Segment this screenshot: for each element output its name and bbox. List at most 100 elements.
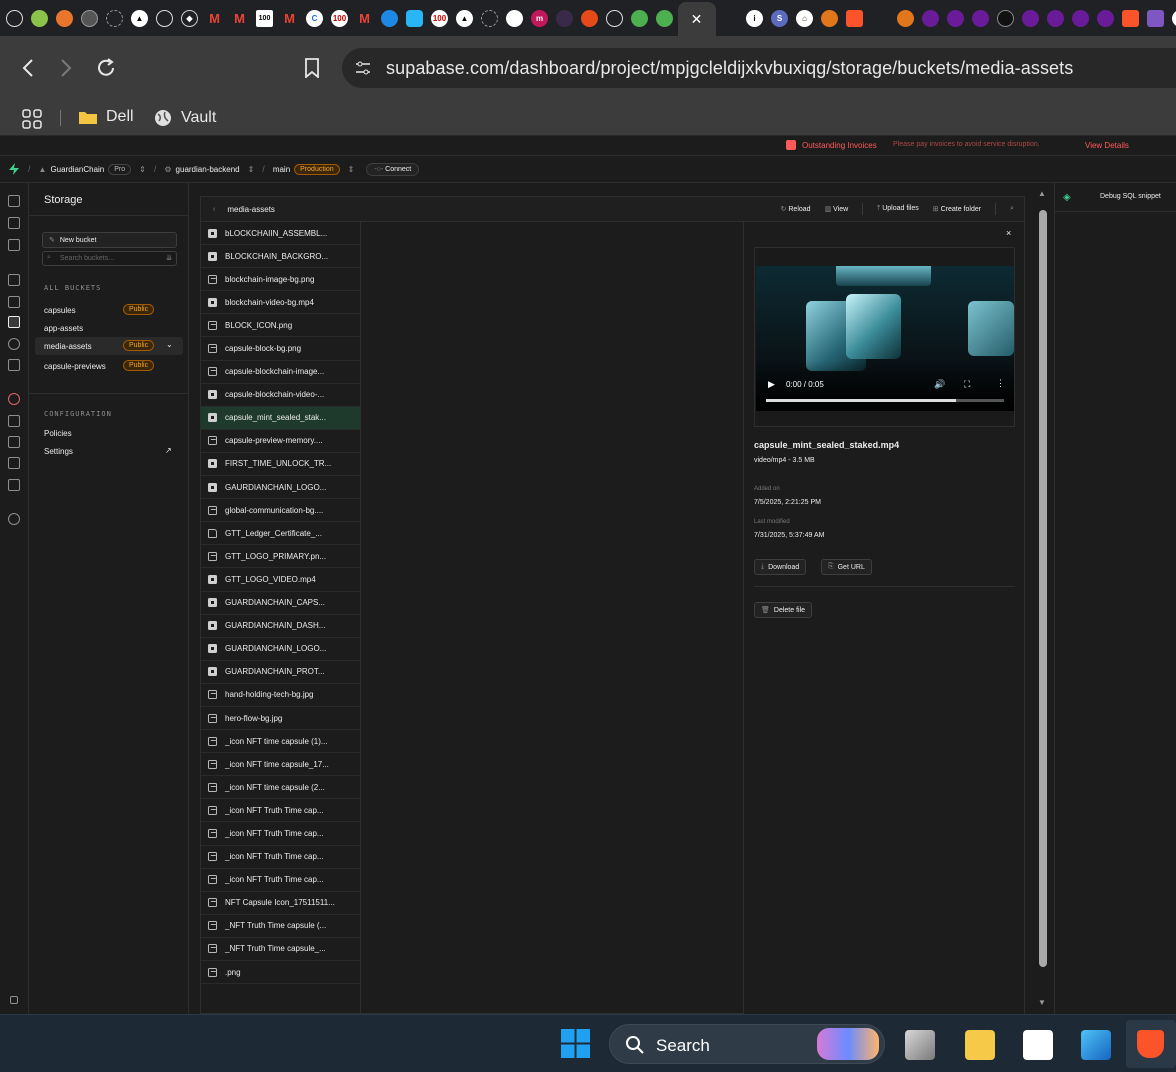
video-progress-track[interactable] bbox=[766, 399, 1004, 402]
scroll-thumb[interactable] bbox=[1039, 210, 1047, 967]
api-docs-icon[interactable] bbox=[8, 457, 20, 469]
file-row[interactable]: BLOCKCHAIN_BACKGRO... bbox=[201, 245, 360, 269]
file-row[interactable]: _NFT Truth Time capsule (... bbox=[201, 915, 360, 938]
chevron-down-icon[interactable]: ⌄ bbox=[166, 340, 173, 349]
view-details-link[interactable]: View Details bbox=[1085, 141, 1129, 150]
branch-name[interactable]: main bbox=[273, 165, 290, 174]
scroll-down-icon[interactable]: ▼ bbox=[1038, 998, 1046, 1007]
bucket-item-capsule-previews[interactable]: capsule-previews Public bbox=[35, 357, 183, 377]
file-row[interactable]: _icon NFT Truth Time cap... bbox=[201, 846, 360, 869]
close-icon[interactable]: × bbox=[1006, 228, 1011, 238]
file-row[interactable]: capsule-preview-memory.... bbox=[201, 430, 360, 453]
tab-2[interactable] bbox=[53, 6, 77, 30]
tab-3[interactable] bbox=[78, 6, 102, 30]
advisors-icon[interactable] bbox=[8, 393, 20, 405]
bookmark-vault[interactable]: Vault bbox=[153, 108, 216, 128]
forward-button[interactable] bbox=[52, 54, 80, 82]
tab-36[interactable] bbox=[1119, 6, 1143, 30]
fullscreen-icon[interactable]: ⛶ bbox=[964, 379, 970, 390]
video-player[interactable]: ▶ 0:00 / 0:05 🔊 ⛶ ⋮ bbox=[756, 266, 1014, 411]
file-row[interactable]: capsule-block-bg.png bbox=[201, 337, 360, 361]
tab-30[interactable] bbox=[969, 6, 993, 30]
file-row[interactable]: _icon NFT Truth Time cap... bbox=[201, 822, 360, 846]
tab-8[interactable]: C bbox=[303, 6, 327, 30]
tab-28[interactable] bbox=[919, 6, 943, 30]
file-row[interactable]: GUARDIANCHAIN_CAPS... bbox=[201, 592, 360, 615]
database-icon[interactable] bbox=[8, 274, 20, 286]
file-row[interactable]: GTT_LOGO_VIDEO.mp4 bbox=[201, 568, 360, 592]
delete-file-button[interactable]: 🗑 Delete file bbox=[754, 602, 813, 618]
org-name[interactable]: GuardianChain bbox=[50, 165, 104, 174]
upload-files-button[interactable]: ⤒ Upload files bbox=[877, 205, 919, 213]
tab-21[interactable] bbox=[653, 6, 677, 30]
tab-gmail-3[interactable]: M bbox=[278, 6, 302, 30]
file-row[interactable]: global-communication-bg.... bbox=[201, 499, 360, 523]
tab-1[interactable] bbox=[28, 6, 52, 30]
tab-32[interactable] bbox=[1019, 6, 1043, 30]
bucket-search-input[interactable]: ⌕ Search buckets... ⇊ bbox=[42, 251, 177, 266]
tab-15[interactable] bbox=[503, 6, 527, 30]
tab-38[interactable]: G bbox=[1169, 6, 1176, 30]
file-row[interactable]: NFT Capsule Icon_17511511... bbox=[201, 892, 360, 915]
tab-4[interactable] bbox=[103, 6, 127, 30]
branch-switcher-icon[interactable]: ⇕ bbox=[348, 165, 355, 174]
apps-grid-icon[interactable] bbox=[22, 109, 42, 134]
tab-chatgpt[interactable] bbox=[3, 6, 27, 30]
tab-11[interactable] bbox=[403, 6, 427, 30]
file-row[interactable]: _icon NFT time capsule (1)... bbox=[201, 730, 360, 754]
tab-12[interactable]: 100 bbox=[428, 6, 452, 30]
tab-13[interactable]: ▲ bbox=[453, 6, 477, 30]
tab-35[interactable] bbox=[1094, 6, 1118, 30]
volume-icon[interactable]: 🔊 bbox=[934, 379, 945, 390]
integrations-icon[interactable] bbox=[8, 479, 20, 491]
sql-editor-icon[interactable] bbox=[8, 239, 20, 251]
logs-icon[interactable] bbox=[8, 436, 20, 448]
breadcrumb[interactable]: media-assets bbox=[227, 205, 275, 214]
settings-icon[interactable] bbox=[8, 513, 20, 525]
windows-start-icon[interactable] bbox=[561, 1029, 590, 1058]
file-row[interactable]: BLOCK_ICON.png bbox=[201, 314, 360, 338]
file-row[interactable]: .png bbox=[201, 961, 360, 985]
tab-17[interactable] bbox=[553, 6, 577, 30]
brave-taskbar-button[interactable] bbox=[1126, 1020, 1176, 1068]
file-row[interactable]: _icon NFT Truth Time cap... bbox=[201, 799, 360, 823]
page-scrollbar[interactable]: ▲ ▼ bbox=[1036, 188, 1050, 1014]
file-explorer-icon[interactable] bbox=[965, 1030, 995, 1060]
reload-button[interactable]: ↻ Reload bbox=[781, 205, 811, 213]
file-row[interactable]: hero-flow-bg.jpg bbox=[201, 707, 360, 731]
file-row[interactable]: blockchain-video-bg.mp4 bbox=[201, 291, 360, 315]
file-row[interactable]: GUARDIANCHAIN_DASH... bbox=[201, 615, 360, 638]
project-switcher-icon[interactable]: ⇕ bbox=[248, 165, 255, 174]
file-row[interactable]: FIRST_TIME_UNLOCK_TR... bbox=[201, 453, 360, 477]
file-row[interactable]: _icon NFT Truth Time cap... bbox=[201, 869, 360, 892]
bucket-item-capsules[interactable]: capsules Public bbox=[35, 300, 183, 320]
bucket-item-media-assets[interactable]: media-assets Public ⌄ bbox=[35, 337, 183, 355]
edge-functions-icon[interactable] bbox=[8, 338, 20, 350]
view-button[interactable]: ▥ View bbox=[825, 205, 849, 213]
bookmark-dell[interactable]: Dell bbox=[78, 108, 134, 126]
bookmark-button[interactable] bbox=[298, 54, 326, 82]
tab-24[interactable]: ⌂ bbox=[793, 6, 817, 30]
taskbar-search[interactable]: Search bbox=[609, 1024, 885, 1064]
policies-link[interactable]: Policies bbox=[44, 429, 72, 438]
tab-7[interactable]: ◆ bbox=[178, 6, 202, 30]
site-settings-icon[interactable] bbox=[354, 60, 372, 76]
org-switcher-icon[interactable]: ⇕ bbox=[139, 165, 146, 174]
chevron-left-icon[interactable]: ‹ bbox=[213, 206, 215, 213]
file-row[interactable]: capsule-blockchain-image... bbox=[201, 361, 360, 384]
tab-9[interactable]: 100 bbox=[328, 6, 352, 30]
tab-19[interactable] bbox=[603, 6, 627, 30]
file-row[interactable]: _icon NFT time capsule (2... bbox=[201, 776, 360, 800]
file-row[interactable]: GUARDIANCHAIN_LOGO... bbox=[201, 638, 360, 661]
file-row[interactable]: capsule_mint_sealed_stak... bbox=[201, 406, 360, 430]
back-button[interactable] bbox=[14, 54, 42, 82]
tab-31[interactable] bbox=[994, 6, 1018, 30]
file-row[interactable]: GUARDIANCHAIN_PROT... bbox=[201, 661, 360, 684]
file-row[interactable]: _icon NFT time capsule_17... bbox=[201, 753, 360, 777]
reload-button[interactable] bbox=[92, 54, 120, 82]
tab-16[interactable]: m bbox=[528, 6, 552, 30]
tab-26[interactable] bbox=[843, 6, 867, 30]
file-row[interactable]: _NFT Truth Time capsule_... bbox=[201, 938, 360, 961]
photos-icon[interactable] bbox=[1081, 1030, 1111, 1060]
download-button[interactable]: ⤓ Download bbox=[754, 559, 807, 575]
